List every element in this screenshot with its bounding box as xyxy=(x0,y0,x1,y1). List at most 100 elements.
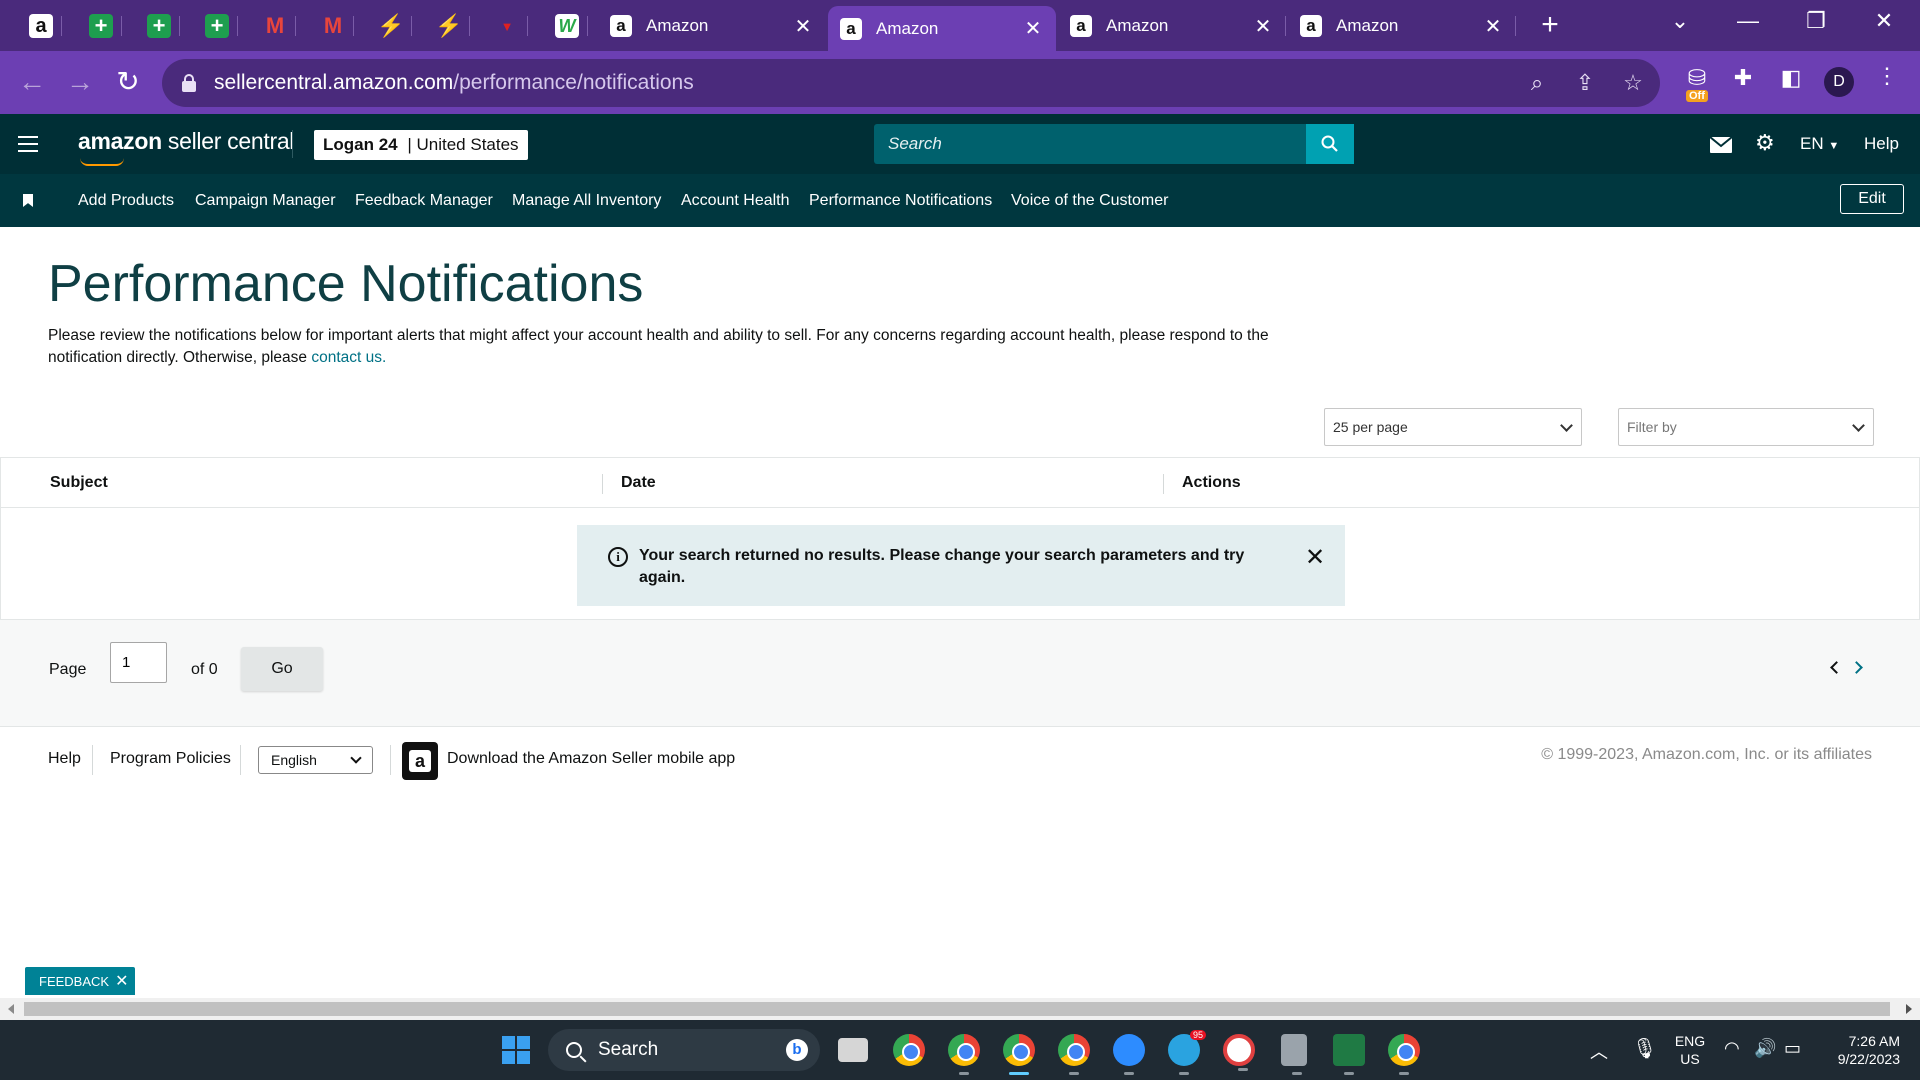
mail-icon[interactable] xyxy=(1709,133,1733,159)
chrome-profile-d-icon[interactable] xyxy=(1003,1034,1035,1075)
bookmark-icon[interactable] xyxy=(23,194,33,207)
scrollbar-thumb[interactable] xyxy=(24,1002,1890,1016)
chrome-icon[interactable] xyxy=(893,1034,925,1066)
browser-tab-3[interactable]: a Amazon ✕ xyxy=(1058,6,1286,46)
extension-off-icon[interactable]: ⛁ xyxy=(1680,65,1714,91)
pinned-tab-orange-1[interactable]: ⚡ xyxy=(370,8,412,44)
settings-gear-icon[interactable]: ⚙ xyxy=(1755,130,1775,156)
back-button[interactable]: ← xyxy=(14,65,50,99)
lock-icon[interactable] xyxy=(182,74,196,92)
next-page-icon[interactable] xyxy=(1850,661,1863,674)
search-button[interactable] xyxy=(1306,124,1354,164)
bookmark-campaign-manager[interactable]: Campaign Manager xyxy=(195,192,336,210)
pinned-tab-orange-2[interactable]: ⚡ xyxy=(428,8,470,44)
pinned-tab-red[interactable]: ▼ xyxy=(486,8,528,44)
download-app-link[interactable]: Download the Amazon Seller mobile app xyxy=(447,750,735,768)
close-icon[interactable]: ✕ xyxy=(1482,14,1504,39)
close-icon[interactable]: ✕ xyxy=(792,14,814,39)
more-menu-icon[interactable]: ⋮ xyxy=(1870,63,1904,89)
close-icon[interactable]: ✕ xyxy=(1022,16,1044,41)
pinned-tab-gmail-1[interactable]: M xyxy=(254,8,296,44)
per-page-select[interactable]: 25 per page xyxy=(1324,408,1582,446)
telegram-icon[interactable]: 95 xyxy=(1168,1030,1206,1075)
restore-button[interactable]: ❐ xyxy=(1796,8,1836,34)
column-header-subject[interactable]: Subject xyxy=(50,474,108,492)
close-icon[interactable]: ✕ xyxy=(1305,543,1325,572)
bookmark-feedback-manager[interactable]: Feedback Manager xyxy=(355,192,493,210)
seller-central-logo[interactable]: amazon seller central xyxy=(78,128,294,155)
language-selector[interactable]: EN ▼ xyxy=(1800,134,1839,154)
tab-search-chevron-icon[interactable]: ⌄ xyxy=(1660,8,1700,34)
chrome-profile-3-icon[interactable] xyxy=(1388,1034,1420,1075)
pinned-tab-gmail-2[interactable]: M xyxy=(312,8,354,44)
chrome-profile-icon[interactable] xyxy=(948,1034,980,1075)
bookmark-performance-notifications[interactable]: Performance Notifications xyxy=(809,192,992,210)
show-hidden-icons-chevron-icon[interactable]: ︿ xyxy=(1590,1038,1608,1064)
address-bar[interactable]: sellercentral.amazon.com/performance/not… xyxy=(162,59,1660,107)
side-panel-icon[interactable]: ◧ xyxy=(1774,65,1808,91)
forward-button[interactable]: → xyxy=(62,65,98,99)
clock-time: 7:26 AM xyxy=(1848,1033,1900,1049)
task-view-icon[interactable] xyxy=(838,1038,868,1062)
zoom-icon[interactable]: ⌕ xyxy=(1520,67,1554,99)
close-icon[interactable]: ✕ xyxy=(1252,14,1274,39)
page-of-total: of 0 xyxy=(191,661,218,678)
checkmark-app-icon[interactable] xyxy=(1223,1034,1255,1071)
browser-tab-1[interactable]: a Amazon ✕ xyxy=(598,6,826,46)
contact-us-link[interactable]: contact us. xyxy=(311,349,386,366)
windows-start-icon[interactable] xyxy=(502,1036,530,1064)
zoom-app-icon[interactable] xyxy=(1113,1034,1145,1075)
url-text[interactable]: sellercentral.amazon.com/performance/not… xyxy=(214,71,694,95)
chrome-profile-d2-icon[interactable] xyxy=(1058,1034,1090,1075)
browser-tab-4[interactable]: a Amazon ✕ xyxy=(1288,6,1516,46)
excel-icon[interactable] xyxy=(1333,1034,1365,1075)
previous-page-icon[interactable] xyxy=(1830,661,1843,674)
taskbar-search[interactable]: Search b xyxy=(548,1029,820,1071)
new-tab-button[interactable]: + xyxy=(1535,10,1565,40)
volume-icon[interactable]: 🔊 xyxy=(1754,1038,1776,1059)
footer-language-select[interactable]: English xyxy=(258,746,373,774)
feedback-button[interactable]: FEEDBACK ✕ xyxy=(25,967,135,995)
account-switcher[interactable]: Logan 24 | United States xyxy=(314,130,528,160)
pinned-tab-sheets-1[interactable]: + xyxy=(80,8,122,44)
footer-help-link[interactable]: Help xyxy=(48,750,81,768)
pinned-tab-sheets-2[interactable]: + xyxy=(138,8,180,44)
pinned-tab-amazon[interactable]: a xyxy=(20,8,62,44)
bing-icon[interactable]: b xyxy=(786,1039,808,1061)
close-icon[interactable]: ✕ xyxy=(115,971,128,991)
close-window-button[interactable]: ✕ xyxy=(1864,8,1904,34)
share-icon[interactable]: ⇪ xyxy=(1568,67,1602,99)
pinned-tab-sheets-3[interactable]: + xyxy=(196,8,238,44)
bookmark-manage-all-inventory[interactable]: Manage All Inventory xyxy=(512,192,661,210)
filter-by-select[interactable]: Filter by xyxy=(1618,408,1874,446)
battery-icon[interactable]: ▭ xyxy=(1784,1038,1801,1059)
horizontal-scrollbar[interactable] xyxy=(0,998,1920,1020)
amazon-app-icon[interactable]: a xyxy=(402,742,438,780)
calculator-icon[interactable] xyxy=(1281,1034,1307,1075)
bookmark-add-products[interactable]: Add Products xyxy=(78,192,174,210)
edit-bookmarks-button[interactable]: Edit xyxy=(1840,184,1904,214)
clock[interactable]: 7:26 AM 9/22/2023 xyxy=(1816,1032,1900,1068)
extensions-puzzle-icon[interactable]: ✚ xyxy=(1726,65,1760,91)
bookmark-account-health[interactable]: Account Health xyxy=(681,192,790,210)
scroll-right-icon[interactable] xyxy=(1906,1004,1912,1014)
scroll-left-icon[interactable] xyxy=(8,1004,14,1014)
footer-program-policies-link[interactable]: Program Policies xyxy=(110,750,231,768)
input-language-indicator[interactable]: ENG US xyxy=(1672,1032,1708,1068)
bookmark-star-icon[interactable]: ☆ xyxy=(1616,67,1650,99)
page-number-input[interactable] xyxy=(110,642,167,683)
caret-down-icon: ▼ xyxy=(1828,140,1840,152)
hamburger-menu-icon[interactable] xyxy=(18,136,38,152)
microphone-icon[interactable]: 🎙 xyxy=(1632,1036,1657,1061)
help-link[interactable]: Help xyxy=(1864,134,1899,154)
minimize-button[interactable]: — xyxy=(1728,8,1768,34)
pinned-tab-green[interactable]: W xyxy=(546,8,588,44)
browser-tab-2-active[interactable]: a Amazon ✕ xyxy=(828,6,1056,51)
go-button[interactable]: Go xyxy=(241,647,323,691)
profile-avatar[interactable]: D xyxy=(1824,67,1854,97)
bookmark-voice-of-the-customer[interactable]: Voice of the Customer xyxy=(1011,192,1168,210)
search-input[interactable] xyxy=(874,124,1354,164)
wifi-icon[interactable]: ◠ xyxy=(1724,1038,1740,1059)
column-header-date[interactable]: Date xyxy=(621,474,656,492)
reload-button[interactable]: ↻ xyxy=(110,65,146,99)
